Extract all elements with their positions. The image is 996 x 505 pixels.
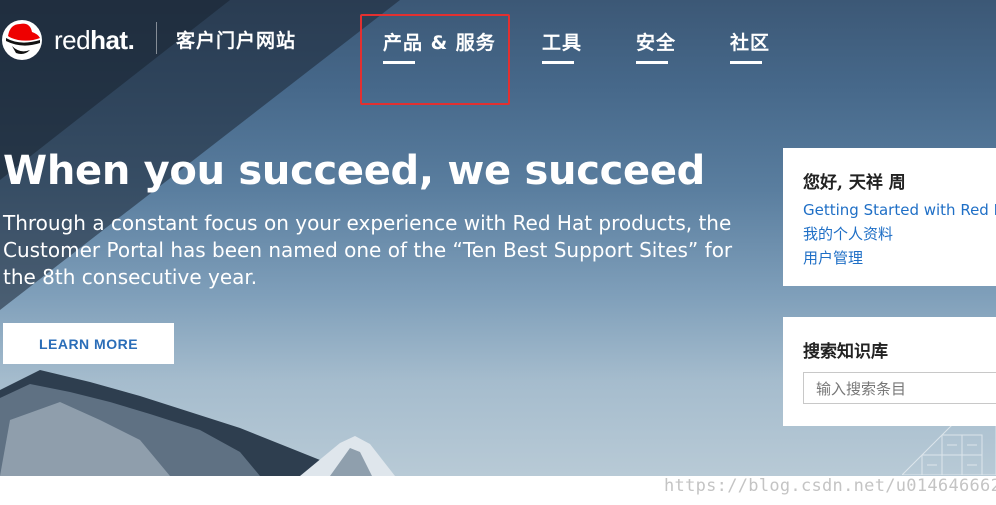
hero-headline: When you succeed, we succeed: [3, 148, 706, 194]
hero-subtext: Through a constant focus on your experie…: [3, 211, 733, 289]
logo-word-hat: hat.: [90, 25, 135, 55]
hero-banner: redhat. 客户门户网站 产品 & 服务 工具 安全 社区 When you…: [0, 0, 996, 476]
redhat-hat-icon: [2, 20, 42, 60]
logo-word-red: red: [54, 25, 91, 55]
nav-community[interactable]: 社区: [730, 28, 770, 55]
watermark-text: https://blog.csdn.net/u014646662: [664, 476, 996, 496]
link-user-management[interactable]: 用户管理: [803, 246, 996, 270]
search-card: 搜索知识库 输入搜索条目: [783, 317, 996, 426]
logo-divider: [156, 22, 157, 54]
annotation-highlight-box: [360, 14, 510, 105]
nav-tools-underline: [542, 61, 574, 64]
search-card-title: 搜索知识库: [803, 342, 888, 362]
knowledgebase-search-input[interactable]: 输入搜索条目: [803, 372, 996, 404]
redhat-logo[interactable]: redhat.: [0, 16, 150, 60]
link-getting-started[interactable]: Getting Started with Red Hat: [803, 198, 996, 222]
link-my-profile[interactable]: 我的个人资料: [803, 222, 996, 246]
nav-security[interactable]: 安全: [636, 28, 676, 55]
nav-tools[interactable]: 工具: [542, 28, 582, 55]
redhat-wordmark: redhat.: [54, 25, 135, 56]
account-card: 您好, 天祥 周 Getting Started with Red Hat 我的…: [783, 148, 996, 286]
learn-more-button[interactable]: LEARN MORE: [3, 323, 174, 364]
portal-title[interactable]: 客户门户网站: [176, 26, 296, 53]
greeting-text: 您好, 天祥 周: [803, 173, 906, 193]
nav-security-underline: [636, 61, 668, 64]
nav-community-underline: [730, 61, 762, 64]
decorative-pattern: [902, 425, 996, 475]
